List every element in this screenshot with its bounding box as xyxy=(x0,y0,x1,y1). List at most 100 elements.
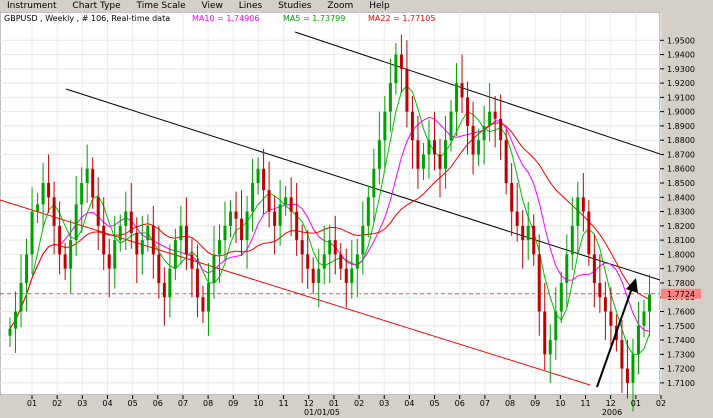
candle-body[interactable] xyxy=(80,183,84,205)
candle-body[interactable] xyxy=(570,225,574,255)
candle-body[interactable] xyxy=(521,225,525,241)
candle-body[interactable] xyxy=(36,204,40,212)
candle-body[interactable] xyxy=(295,211,299,241)
candle-body[interactable] xyxy=(74,204,78,241)
candle-body[interactable] xyxy=(444,140,448,169)
candle-body[interactable] xyxy=(52,197,56,226)
candle-body[interactable] xyxy=(96,197,100,226)
candle-body[interactable] xyxy=(322,254,326,269)
candle-body[interactable] xyxy=(273,211,277,226)
candle-body[interactable] xyxy=(642,311,646,326)
candle-body[interactable] xyxy=(151,225,155,255)
candle-body[interactable] xyxy=(162,282,166,298)
candle-body[interactable] xyxy=(355,254,359,269)
candle-body[interactable] xyxy=(229,211,233,226)
candle-body[interactable] xyxy=(278,204,282,226)
candle-body[interactable] xyxy=(124,211,128,226)
menu-instrument[interactable]: Instrument xyxy=(0,0,63,12)
candle-body[interactable] xyxy=(410,111,414,141)
candle-body[interactable] xyxy=(394,54,398,84)
candle-body[interactable] xyxy=(339,254,343,269)
candle-body[interactable] xyxy=(63,254,67,269)
candle-body[interactable] xyxy=(471,125,475,155)
candle-body[interactable] xyxy=(113,240,117,269)
candle-body[interactable] xyxy=(289,197,293,212)
candle-body[interactable] xyxy=(548,340,552,355)
candle-body[interactable] xyxy=(460,83,464,98)
candle-body[interactable] xyxy=(609,311,613,326)
candle-body[interactable] xyxy=(284,197,288,205)
candle-body[interactable] xyxy=(543,311,547,355)
candle-body[interactable] xyxy=(245,211,249,241)
candle-body[interactable] xyxy=(438,154,442,169)
candle-body[interactable] xyxy=(25,254,29,283)
candle-body[interactable] xyxy=(328,240,332,255)
menu-time-scale[interactable]: Time Scale xyxy=(130,0,192,12)
candle-body[interactable] xyxy=(184,225,188,255)
candle-body[interactable] xyxy=(190,254,194,269)
candle-body[interactable] xyxy=(631,354,635,383)
candle-body[interactable] xyxy=(135,232,139,255)
candle-body[interactable] xyxy=(306,254,310,269)
candle-body[interactable] xyxy=(377,140,381,169)
candle-body[interactable] xyxy=(388,83,392,112)
candle-body[interactable] xyxy=(173,240,177,269)
candle-body[interactable] xyxy=(581,197,585,212)
menu-view[interactable]: View xyxy=(195,0,229,12)
candle-body[interactable] xyxy=(311,268,315,283)
menu-help[interactable]: Help xyxy=(362,0,396,12)
menu-studies[interactable]: Studies xyxy=(271,0,317,12)
candle-body[interactable] xyxy=(603,297,607,312)
candle-body[interactable] xyxy=(91,168,95,198)
candle-body[interactable] xyxy=(19,282,23,312)
menu-chart-type[interactable]: Chart Type xyxy=(65,0,126,12)
candle-body[interactable] xyxy=(647,294,651,312)
candle-body[interactable] xyxy=(47,183,51,198)
candle-body[interactable] xyxy=(195,268,199,298)
candle-body[interactable] xyxy=(118,225,122,241)
candle-body[interactable] xyxy=(14,311,18,329)
candle-body[interactable] xyxy=(168,268,172,298)
candle-body[interactable] xyxy=(69,240,73,269)
candle-body[interactable] xyxy=(554,311,558,341)
candle-body[interactable] xyxy=(372,168,376,198)
candle-body[interactable] xyxy=(625,368,629,383)
candle-body[interactable] xyxy=(223,225,227,241)
candle-body[interactable] xyxy=(129,211,133,233)
menu-lines[interactable]: Lines xyxy=(232,0,268,12)
candle-body[interactable] xyxy=(565,254,569,283)
candle-body[interactable] xyxy=(30,211,34,255)
candle-body[interactable] xyxy=(449,111,453,141)
candle-body[interactable] xyxy=(102,225,106,255)
candle-body[interactable] xyxy=(504,140,508,184)
candle-body[interactable] xyxy=(427,140,431,155)
candle-body[interactable] xyxy=(636,325,640,355)
candle-body[interactable] xyxy=(157,254,161,283)
candle-body[interactable] xyxy=(493,111,497,119)
candle-body[interactable] xyxy=(146,225,150,241)
candle-body[interactable] xyxy=(300,240,304,255)
candle-body[interactable] xyxy=(383,111,387,141)
candle-body[interactable] xyxy=(8,328,12,336)
candle-body[interactable] xyxy=(240,218,244,241)
candle-body[interactable] xyxy=(515,211,519,226)
candle-body[interactable] xyxy=(85,168,89,184)
candle-body[interactable] xyxy=(432,140,436,155)
candle-body[interactable] xyxy=(482,125,486,141)
candle-body[interactable] xyxy=(537,254,541,312)
candle-body[interactable] xyxy=(455,83,459,112)
candle-body[interactable] xyxy=(477,140,481,155)
candle-body[interactable] xyxy=(201,297,205,312)
candle-body[interactable] xyxy=(234,211,238,219)
candle-body[interactable] xyxy=(361,225,365,255)
candle-body[interactable] xyxy=(140,240,144,255)
chart-area[interactable]: GBPUSD , Weekly , # 106, Real-time data … xyxy=(0,12,713,418)
candle-body[interactable] xyxy=(333,240,337,255)
candle-body[interactable] xyxy=(256,168,260,184)
candle-body[interactable] xyxy=(212,254,216,283)
candle-body[interactable] xyxy=(344,268,348,283)
candle-body[interactable] xyxy=(405,68,409,112)
candle-body[interactable] xyxy=(620,340,624,369)
candle-body[interactable] xyxy=(592,254,596,283)
candle-body[interactable] xyxy=(262,168,266,191)
